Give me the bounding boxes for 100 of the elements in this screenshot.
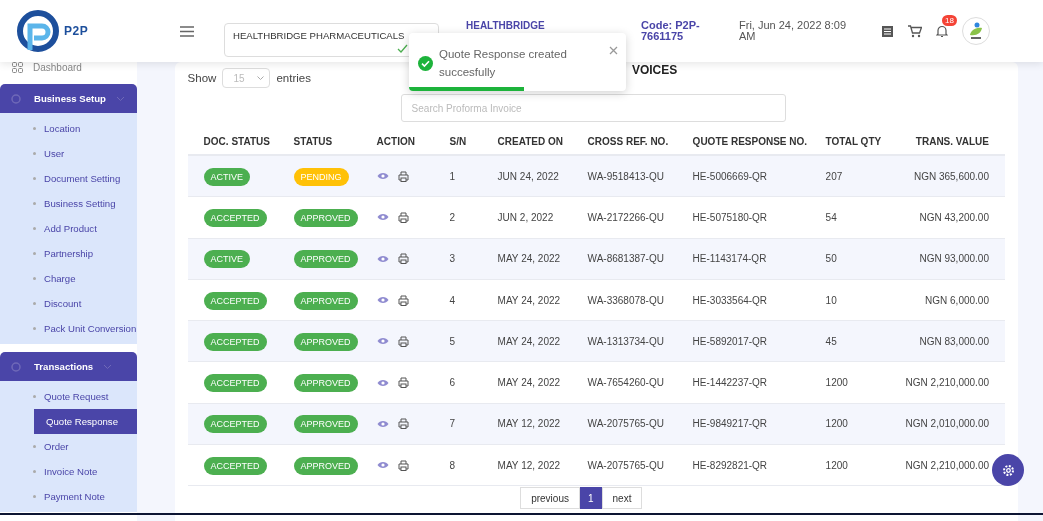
sidebar-group[interactable]: Business Setup xyxy=(0,84,137,113)
cart-icon[interactable] xyxy=(908,24,922,38)
sidebar-item[interactable]: Dashboard xyxy=(0,60,137,74)
table-cell-text: MAY 12, 2022 xyxy=(497,459,562,471)
print-icon[interactable] xyxy=(397,253,409,265)
table-cell-text: JUN 2, 2022 xyxy=(497,211,555,223)
column-header: ACTION xyxy=(376,135,416,147)
group-icon xyxy=(10,92,22,105)
status-badge: APPROVED xyxy=(293,291,358,310)
table-cell-text: 6 xyxy=(449,377,457,389)
sidebar-item[interactable]: Quote Response xyxy=(34,409,137,434)
doc-status-badge: ACCEPTED xyxy=(203,374,267,393)
table-cell-text: WA-3368078-QU xyxy=(587,294,665,306)
bell-icon[interactable] xyxy=(936,24,948,38)
view-icon[interactable] xyxy=(376,461,389,470)
card-title: VOICES xyxy=(631,63,678,77)
status-badge: PENDING xyxy=(293,167,349,186)
sidebar-item[interactable]: Order xyxy=(0,434,137,459)
view-icon[interactable] xyxy=(376,378,389,387)
view-icon[interactable] xyxy=(376,419,389,428)
print-icon[interactable] xyxy=(397,170,409,182)
table-cell-text: 4 xyxy=(449,294,457,306)
search-field[interactable]: Search Proforma Invoice xyxy=(400,94,786,122)
column-header: S/N xyxy=(449,135,468,147)
status-badge: APPROVED xyxy=(293,374,358,393)
chevron-icon xyxy=(116,95,125,102)
leaf-icon xyxy=(968,21,984,41)
next-button[interactable]: next xyxy=(601,487,643,510)
table-cell-text: HE-5075180-QR xyxy=(692,211,769,223)
entries-label: entries xyxy=(276,72,311,84)
column-header: DOC. STATUS xyxy=(203,135,271,147)
print-icon[interactable] xyxy=(397,459,409,471)
table-cell-text: 1200 xyxy=(825,418,849,430)
table-cell-text: 5 xyxy=(449,335,457,347)
table-cell: NGN 2,210,000.00 xyxy=(905,459,989,471)
doc-status-badge: ACCEPTED xyxy=(203,332,267,351)
print-icon[interactable] xyxy=(397,377,409,389)
sidebar-item[interactable]: Document Setting xyxy=(0,166,137,191)
table-cell-text: WA-2172266-QU xyxy=(587,211,665,223)
notification-badge: 18 xyxy=(942,14,957,26)
table-cell-text: MAY 24, 2022 xyxy=(497,335,562,347)
sidebar-label: Dashboard xyxy=(33,61,82,73)
sidebar-item[interactable]: Location xyxy=(0,116,137,141)
table-cell-text: NGN 93,000.00 xyxy=(918,253,989,265)
table-cell-text: HE-8292821-QR xyxy=(692,459,769,471)
status-badge: APPROVED xyxy=(293,332,358,351)
logo-icon xyxy=(16,10,62,52)
view-icon[interactable] xyxy=(376,337,389,346)
check-circle-icon xyxy=(418,56,433,71)
page-button[interactable]: 1 xyxy=(579,487,602,510)
menu-icon[interactable] xyxy=(180,25,194,37)
view-icon[interactable] xyxy=(376,172,389,181)
sidebar-item[interactable]: Charge xyxy=(0,266,137,291)
status-badge: APPROVED xyxy=(293,250,358,269)
company-code: Code: P2P-7661175 xyxy=(641,20,701,42)
column-header: TRANS. VALUE xyxy=(914,135,989,147)
table-cell-text: 45 xyxy=(825,335,838,347)
settings-icon xyxy=(1001,463,1015,477)
table-cell: NGN 2,210,000.00 xyxy=(905,377,989,389)
table-cell-text: NGN 83,000.00 xyxy=(918,335,989,347)
chevron-icon xyxy=(103,363,113,370)
sidebar-group[interactable]: Transactions xyxy=(0,352,137,381)
print-icon[interactable] xyxy=(397,211,409,223)
table-cell-text: 50 xyxy=(825,253,838,265)
company-name: HEALTHBRIDGE xyxy=(466,20,546,31)
view-icon[interactable] xyxy=(376,254,389,263)
table-cell-text: HE-5006669-QR xyxy=(692,170,769,182)
sidebar-item[interactable]: Invoice Note xyxy=(0,459,137,484)
sidebar-item[interactable]: User xyxy=(0,141,137,166)
sidebar-item[interactable]: Pack Unit Conversion xyxy=(0,316,137,341)
sidebar-item[interactable]: Partnership xyxy=(0,241,137,266)
sidebar-item[interactable]: Discount xyxy=(0,291,137,316)
sidebar-item[interactable]: Quote Request xyxy=(0,384,137,409)
close-icon[interactable] xyxy=(609,46,618,55)
table-cell: NGN 2,010,000.00 xyxy=(905,418,989,430)
sidebar-item[interactable]: Payment Note xyxy=(0,484,137,509)
view-icon[interactable] xyxy=(376,213,389,222)
table-cell-text: HE-1442237-QR xyxy=(692,377,769,389)
print-icon[interactable] xyxy=(397,294,409,306)
print-icon[interactable] xyxy=(397,418,409,430)
table-cell-text: 2 xyxy=(449,211,457,223)
sidebar-item[interactable]: Add Product xyxy=(0,216,137,241)
sidebar-item[interactable]: Business Setting xyxy=(0,191,137,216)
doc-status-badge: ACCEPTED xyxy=(203,456,267,475)
table-cell-text: 7 xyxy=(449,418,457,430)
table-cell-text: JUN 24, 2022 xyxy=(497,170,560,182)
group-label: Transactions xyxy=(34,361,94,372)
print-icon[interactable] xyxy=(397,335,409,347)
group-icon xyxy=(10,360,22,373)
table-cell-text: MAY 24, 2022 xyxy=(497,294,562,306)
settings-button[interactable] xyxy=(992,454,1024,486)
list-icon[interactable] xyxy=(881,24,894,38)
doc-status-badge: ACCEPTED xyxy=(203,208,267,227)
table-cell-text: HE-5892017-QR xyxy=(692,335,769,347)
logo-text: P2P xyxy=(64,24,89,38)
table-cell-text: WA-2075765-QU xyxy=(587,418,665,430)
view-icon[interactable] xyxy=(376,296,389,305)
table-cell-text: WA-1313734-QU xyxy=(587,335,665,347)
date-time: Fri, Jun 24, 2022 8:09 AM xyxy=(739,20,847,42)
previous-button[interactable]: previous xyxy=(520,487,580,510)
